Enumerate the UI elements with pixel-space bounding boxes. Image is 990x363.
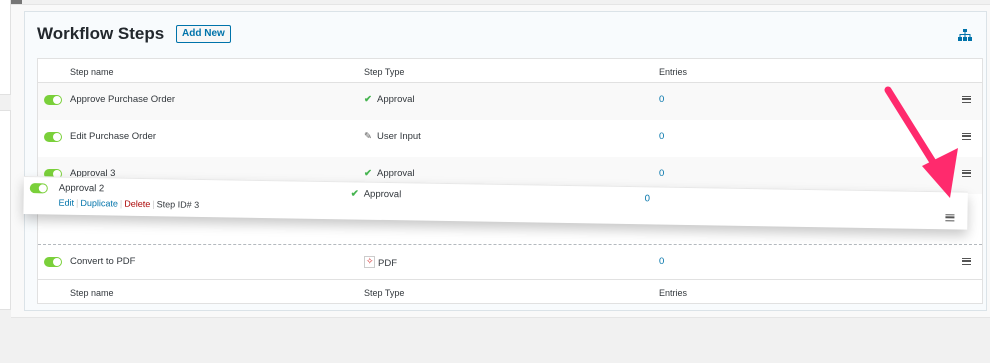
column-entries[interactable]: Entries: [659, 288, 687, 298]
workflow-steps-card: Workflow Steps Add New Step name Step Ty…: [24, 11, 987, 311]
column-step-name[interactable]: Step name: [70, 288, 114, 298]
column-step-type[interactable]: Step Type: [364, 67, 404, 77]
step-type-label: User Input: [377, 131, 421, 142]
pencil-icon: ✎: [364, 131, 372, 142]
step-active-toggle[interactable]: [44, 132, 62, 142]
step-type: ✔ Approval: [351, 188, 402, 200]
step-id: Step ID# 3: [156, 199, 200, 210]
step-type: ✔ Approval: [364, 168, 415, 179]
step-name[interactable]: Approval 2: [59, 183, 105, 195]
entries-link[interactable]: 0: [659, 131, 664, 142]
pdf-icon: [364, 256, 375, 268]
add-new-button[interactable]: Add New: [176, 25, 231, 43]
table-header: Step name Step Type Entries: [38, 59, 982, 83]
column-entries[interactable]: Entries: [659, 67, 687, 77]
annotation-arrow-icon: [884, 86, 958, 198]
left-panel-edge-lower: [0, 110, 11, 310]
column-step-type[interactable]: Step Type: [364, 288, 404, 298]
column-step-name[interactable]: Step name: [70, 67, 114, 77]
step-type: ✔ Approval: [364, 94, 415, 105]
step-type: PDF: [364, 256, 397, 269]
step-active-toggle[interactable]: [44, 257, 62, 267]
edit-link[interactable]: Edit: [58, 198, 74, 208]
left-panel-edge: [0, 0, 11, 95]
drag-handle-icon[interactable]: [945, 214, 955, 222]
step-name[interactable]: Convert to PDF: [70, 256, 135, 267]
row-actions: Edit | Duplicate | Delete | Step ID# 3: [58, 197, 200, 210]
check-icon: ✔: [350, 188, 359, 200]
entries-link[interactable]: 0: [659, 168, 664, 179]
step-type-label: Approval: [363, 188, 402, 201]
table-row: Convert to PDF PDF 0: [38, 245, 982, 282]
table-row: Approve Purchase Order ✔ Approval 0: [38, 83, 982, 120]
duplicate-link[interactable]: Duplicate: [80, 198, 118, 209]
page-wrap: Workflow Steps Add New Step name Step Ty…: [11, 4, 990, 318]
page-title: Workflow Steps: [37, 24, 165, 43]
entries-link[interactable]: 0: [659, 256, 664, 267]
step-type-label: Approval: [377, 168, 415, 179]
step-name[interactable]: Edit Purchase Order: [70, 131, 156, 142]
entries-link[interactable]: 0: [645, 193, 650, 204]
table-footer: Step name Step Type Entries: [38, 279, 982, 304]
step-type-label: Approval: [377, 94, 415, 105]
drag-handle-icon[interactable]: [962, 258, 971, 265]
check-icon: ✔: [364, 94, 372, 105]
step-type: ✎ User Input: [364, 131, 421, 142]
step-active-toggle[interactable]: [44, 95, 62, 105]
table-row: Edit Purchase Order ✎ User Input 0: [38, 120, 982, 157]
step-type-label: PDF: [378, 258, 397, 269]
sitemap-icon[interactable]: [958, 29, 972, 41]
check-icon: ✔: [364, 168, 372, 179]
entries-link[interactable]: 0: [659, 94, 664, 105]
step-name[interactable]: Approve Purchase Order: [70, 94, 175, 105]
step-active-toggle[interactable]: [29, 183, 48, 194]
delete-link[interactable]: Delete: [124, 199, 150, 209]
